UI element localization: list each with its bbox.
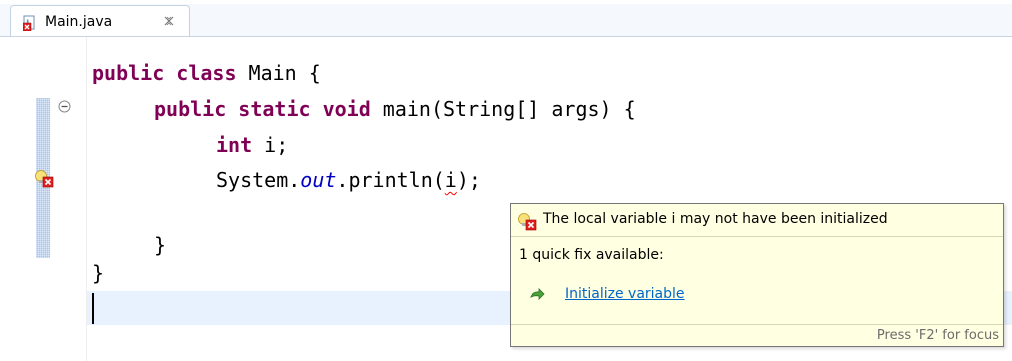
close-icon[interactable] bbox=[163, 15, 175, 27]
code-text: i; bbox=[252, 133, 289, 157]
editor-tab-bar: J Main.java bbox=[0, 0, 1012, 37]
vertical-ruler bbox=[0, 37, 32, 361]
error-lightbulb-icon bbox=[518, 213, 537, 231]
quick-fix-count: 1 quick fix available: bbox=[519, 247, 664, 263]
hover-footer: Press 'F2' for focus bbox=[511, 324, 1003, 347]
code-text: System. bbox=[216, 168, 301, 192]
error-token[interactable]: i bbox=[445, 168, 457, 192]
error-message: The local variable i may not have been i… bbox=[543, 211, 888, 227]
code-text: Main { bbox=[236, 61, 321, 85]
java-file-error-icon: J bbox=[23, 15, 35, 31]
hover-header: The local variable i may not have been i… bbox=[511, 204, 1003, 237]
tab-label: Main.java bbox=[45, 14, 113, 30]
error-lightbulb-icon[interactable] bbox=[34, 170, 54, 188]
code-line-6: } bbox=[154, 233, 167, 257]
keyword: void bbox=[322, 97, 371, 121]
keyword: int bbox=[216, 133, 253, 157]
quick-fix-link[interactable]: Initialize variable bbox=[565, 286, 685, 302]
code-line-3: int i; bbox=[216, 131, 288, 159]
code-line-2: public static void main(String[] args) { bbox=[154, 95, 636, 123]
code-line-4: System.out.println(i); bbox=[216, 166, 481, 194]
tab-main-java[interactable]: J Main.java bbox=[10, 5, 190, 36]
focus-hint: Press 'F2' for focus bbox=[876, 328, 999, 343]
keyword: public bbox=[92, 61, 165, 85]
code-text: ); bbox=[456, 168, 481, 192]
text-caret bbox=[92, 293, 94, 324]
quick-fix-hover: The local variable i may not have been i… bbox=[510, 203, 1004, 347]
keyword: public bbox=[154, 97, 227, 121]
change-arrow-icon bbox=[530, 288, 545, 300]
code-line-7: } bbox=[92, 261, 105, 285]
static-field: out bbox=[300, 168, 337, 192]
code-line-1: public class Main { bbox=[92, 59, 321, 87]
keyword: class bbox=[176, 61, 237, 85]
code-text: .println( bbox=[336, 168, 445, 192]
collapse-icon[interactable] bbox=[58, 100, 71, 113]
keyword: static bbox=[238, 97, 311, 121]
tab-bar-top-edge bbox=[0, 0, 1012, 4]
code-text: main(String[] args) { bbox=[370, 97, 636, 121]
